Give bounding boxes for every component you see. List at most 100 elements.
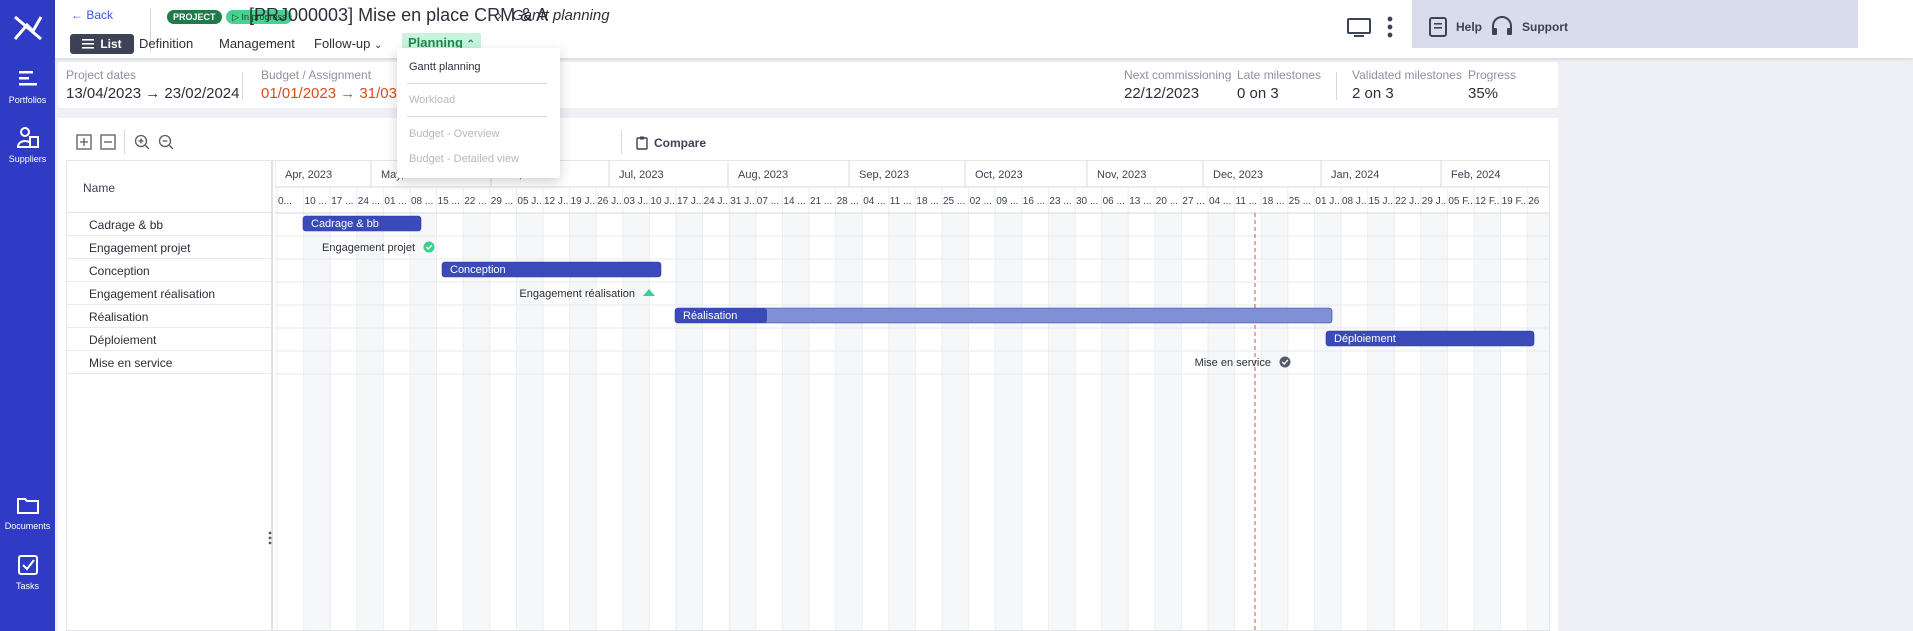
list-label: List — [100, 37, 122, 51]
task-name-list: Cadrage & bb Engagement projet Conception E… — [67, 213, 271, 374]
week-label: 03 J... — [624, 196, 651, 207]
week-column-shade — [782, 213, 809, 630]
rail-label-tasks: Tasks — [15, 581, 39, 591]
milestone-label: Engagement projet — [322, 242, 415, 254]
week-column-shade — [729, 213, 756, 630]
week-label: 08 ... — [411, 196, 433, 207]
week-column-shade — [942, 213, 969, 630]
week-label: 04 ... — [1209, 196, 1231, 207]
week-label: 14 ... — [783, 196, 805, 207]
month-label: Dec, 2023 — [1213, 169, 1263, 181]
app-logo[interactable] — [0, 0, 55, 55]
compare-button[interactable]: Compare — [636, 136, 706, 150]
task-row-name[interactable]: Engagement réalisation — [67, 282, 271, 305]
week-label: 05 F... — [1448, 196, 1475, 207]
task-row-name[interactable]: Déploiement — [67, 328, 271, 351]
menu-item-gantt-planning[interactable]: Gantt planning — [409, 61, 481, 73]
back-link[interactable]: ← Back — [71, 8, 113, 22]
top-header: ← Back List PROJECT ▷ In progress [PRJ00… — [55, 0, 1913, 58]
task-bar-label: Réalisation — [683, 310, 737, 322]
week-label: 25 ... — [1289, 196, 1311, 207]
week-label: 06 ... — [1103, 196, 1125, 207]
menu-item-budget-detailed-view: Budget - Detailed view — [409, 153, 520, 165]
week-label: 26 J... — [597, 196, 624, 207]
compare-label: Compare — [654, 136, 707, 150]
week-label: 12 J... — [544, 196, 571, 207]
chevron-right-icon: › — [497, 7, 502, 24]
arrow-left-icon: ← — [71, 8, 83, 22]
list-button[interactable]: List — [70, 34, 134, 54]
week-column-shade — [1474, 213, 1501, 630]
week-label: 11 ... — [1236, 196, 1258, 207]
week-label: 12 F... — [1475, 196, 1502, 207]
name-column-header[interactable]: Name — [67, 161, 271, 213]
monitor-icon[interactable] — [1347, 18, 1371, 38]
week-column-shade — [1527, 213, 1549, 630]
month-label: Jan, 2024 — [1331, 169, 1379, 181]
week-label: 29 J... — [1422, 196, 1449, 207]
rail-item-suppliers[interactable]: Suppliers — [0, 125, 55, 164]
week-label: 31 J... — [730, 196, 757, 207]
rail-label-portfolios: Portfolios — [8, 95, 47, 105]
chevron-down-icon: ⌄ — [373, 40, 383, 51]
task-bar[interactable]: Conception — [441, 261, 662, 278]
rail-item-portfolios[interactable]: Portfolios — [0, 66, 55, 105]
week-label: 18 ... — [1262, 196, 1284, 207]
clipboard-icon — [636, 136, 648, 150]
menu-divider — [407, 83, 547, 84]
rail-item-tasks[interactable]: Tasks — [0, 552, 55, 591]
week-column-shade — [1367, 213, 1395, 630]
task-name-column: Name Cadrage & bb Engagement projet Concep… — [67, 161, 273, 630]
project-badge: PROJECT — [167, 10, 222, 24]
tab-management[interactable]: Management — [219, 36, 295, 51]
week-label: 29 ... — [491, 196, 513, 207]
late-milestones: Late milestones 0 on 3 — [1237, 68, 1321, 102]
task-row-name[interactable]: Conception — [67, 259, 271, 282]
week-label: 13 ... — [1129, 196, 1151, 207]
month-label: Apr, 2023 — [285, 169, 332, 181]
tab-definition[interactable]: Definition — [139, 36, 193, 51]
project-dates: Project dates 13/04/2023 → 23/02/2024 — [66, 68, 239, 102]
week-label: 25 ... — [943, 196, 965, 207]
task-bar[interactable]: Cadrage & bb — [302, 215, 422, 232]
week-column-shade — [835, 213, 863, 630]
zoom-in-icon[interactable] — [134, 134, 150, 150]
week-label: 23 ... — [1049, 196, 1071, 207]
left-rail: Portfolios Suppliers Documents Tasks — [0, 0, 55, 631]
zoom-out-icon[interactable] — [158, 134, 174, 150]
task-row-name[interactable]: Réalisation — [67, 305, 271, 328]
help-button[interactable]: Help — [1428, 16, 1482, 38]
week-label: 21 ... — [810, 196, 832, 207]
month-label: Oct, 2023 — [975, 169, 1023, 181]
info-divider — [1336, 72, 1337, 100]
week-label: 20 ... — [1156, 196, 1178, 207]
expand-all-icon[interactable] — [76, 134, 92, 150]
week-column-shade — [1048, 213, 1075, 630]
task-row-name[interactable]: Cadrage & bb — [67, 213, 271, 236]
task-bar-label: Conception — [450, 264, 506, 276]
task-bar[interactable]: Déploiement — [1325, 330, 1535, 347]
week-label: 27 ... — [1182, 196, 1204, 207]
folder-icon — [16, 498, 39, 514]
list-icon — [82, 39, 95, 49]
week-label: 16 ... — [1023, 196, 1045, 207]
collapse-all-icon[interactable] — [100, 134, 116, 150]
week-label: 15 ... — [438, 196, 460, 207]
week-label: 17 ... — [331, 196, 353, 207]
book-icon — [1429, 17, 1447, 37]
week-label: 24 J... — [704, 196, 731, 207]
task-row-name[interactable]: Mise en service — [67, 351, 271, 374]
task-bar[interactable]: Réalisation — [674, 307, 1333, 324]
milestone[interactable]: Engagement réalisation — [519, 288, 655, 300]
tab-follow-up[interactable]: Follow-up ⌄ — [314, 36, 382, 51]
breadcrumb-current-page: Gantt planning — [512, 7, 610, 24]
resize-handle-icon[interactable] — [268, 531, 272, 545]
week-label: 15 J... — [1369, 196, 1396, 207]
gantt-panel: Compare Name Cadrage & bb Engagement proj… — [58, 118, 1558, 631]
week-label: 22 J... — [1395, 196, 1422, 207]
support-button[interactable]: Support — [1490, 16, 1568, 38]
task-row-name[interactable]: Engagement projet — [67, 236, 271, 259]
menu-item-budget-overview: Budget - Overview — [409, 128, 500, 140]
rail-item-documents[interactable]: Documents — [0, 492, 55, 531]
more-vertical-icon[interactable] — [1386, 16, 1394, 38]
